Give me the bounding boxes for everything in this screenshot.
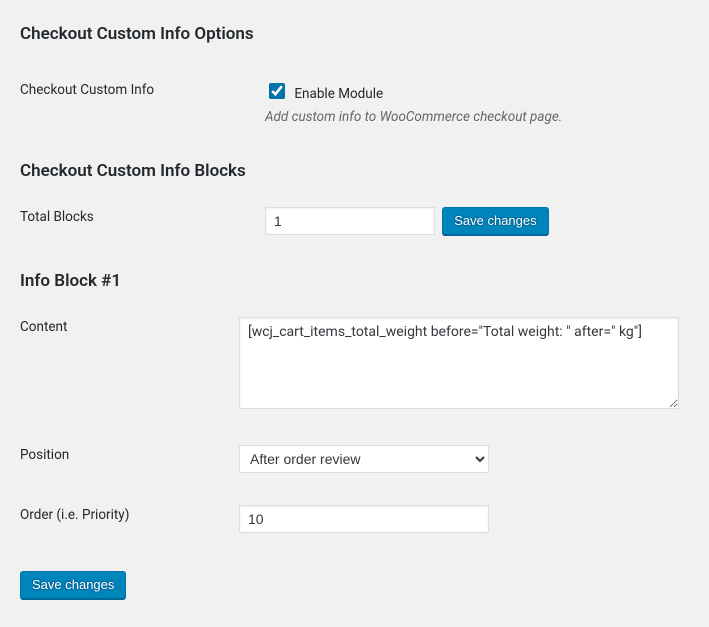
total-blocks-label: Total Blocks [20,199,265,259]
enable-module-description: Add custom info to WooCommerce checkout … [265,109,679,125]
save-changes-bottom-button[interactable]: Save changes [20,571,126,599]
section-heading-block1: Info Block #1 [20,271,689,291]
position-select[interactable]: After order review [239,445,489,473]
total-blocks-input[interactable] [265,207,435,235]
section-heading-blocks: Checkout Custom Info Blocks [20,161,689,181]
blocks-table: Total Blocks Save changes [20,199,689,259]
enable-module-checkbox[interactable] [269,83,285,99]
enable-module-label: Checkout Custom Info [20,72,265,149]
enable-module-checkbox-wrap[interactable]: Enable Module [265,86,383,102]
position-label: Position [20,437,239,497]
content-label: Content [20,309,239,437]
order-input[interactable] [239,505,489,533]
section-heading-options: Checkout Custom Info Options [20,24,689,44]
save-changes-blocks-button[interactable]: Save changes [442,207,548,235]
order-label: Order (i.e. Priority) [20,497,239,557]
enable-module-checkbox-label: Enable Module [294,86,383,102]
block1-table: Content [wcj_cart_items_total_weight bef… [20,309,689,557]
content-textarea[interactable]: [wcj_cart_items_total_weight before="Tot… [239,317,679,409]
options-table: Checkout Custom Info Enable Module Add c… [20,72,689,149]
